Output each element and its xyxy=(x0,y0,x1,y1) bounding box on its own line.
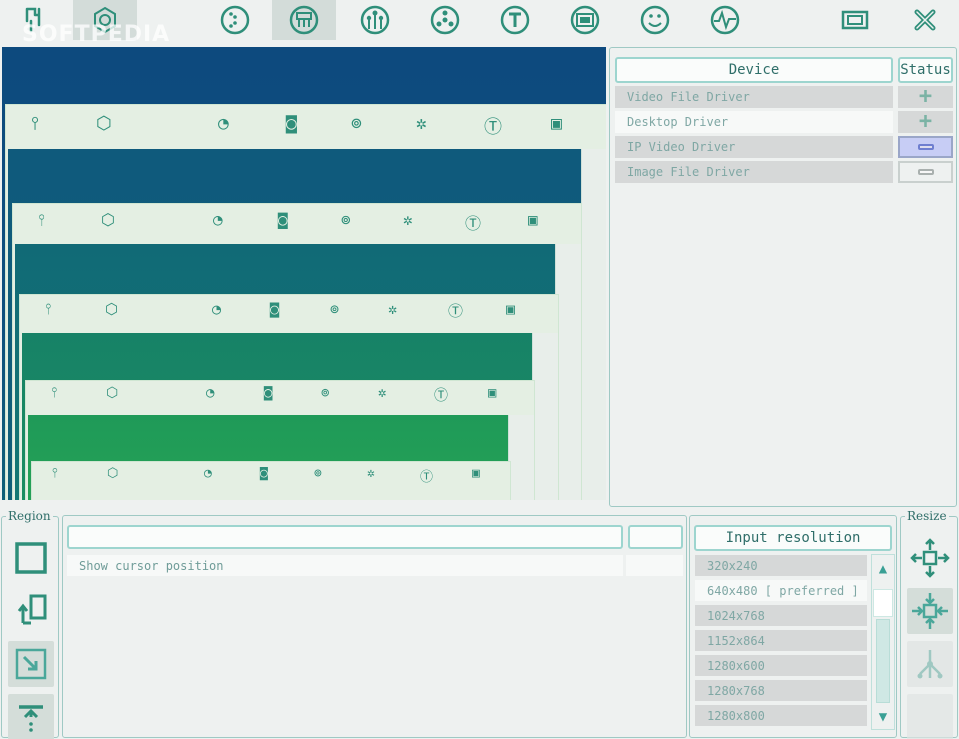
device-row[interactable]: Desktop Driver xyxy=(615,111,893,133)
device-row[interactable]: IP Video Driver xyxy=(615,136,893,158)
asterisk-circle-icon xyxy=(430,5,460,35)
nested-frame-3: ⫯ ⬡ ◔ ◙ ⊚ ✲ Ⓣ ▣ ⫯ ⬡ ◔ ◙ ⊚ ✲ Ⓣ ▣ ⫯ ⬡ ◔ ◙ ⊚ ✲ Ⓣ ▣ xyxy=(19,294,559,500)
scroll-up-icon[interactable]: ▲ xyxy=(872,557,894,581)
gear-nut-icon xyxy=(94,6,116,34)
toolbar-button-close[interactable] xyxy=(893,0,957,40)
resolution-item[interactable]: 1280x800 xyxy=(695,705,867,726)
toolbar-button-capture[interactable] xyxy=(272,0,336,40)
window-icon xyxy=(841,10,869,30)
device-row[interactable]: Image File Driver xyxy=(615,161,893,183)
toolbar-button-region[interactable] xyxy=(203,0,267,40)
arrow-up-icon xyxy=(19,705,43,732)
scroll-track[interactable] xyxy=(876,619,890,703)
resolution-scrollbar[interactable]: ▲ ▼ xyxy=(871,554,895,730)
status-column-header[interactable]: Status xyxy=(898,57,953,83)
resolution-item[interactable]: 640x480 [ preferred ] xyxy=(695,580,867,601)
device-status-add-button[interactable]: + xyxy=(898,111,953,133)
dotted-circle-icon xyxy=(220,5,250,35)
resize-shrink-button[interactable] xyxy=(907,588,953,634)
show-cursor-position-value[interactable] xyxy=(626,555,683,576)
smiley-icon xyxy=(640,5,670,35)
toolbar-button-monitor[interactable] xyxy=(693,0,757,40)
fit-tree-icon xyxy=(917,650,943,679)
options-panel: Show cursor position xyxy=(62,515,687,738)
swap-region-icon xyxy=(17,594,47,625)
shrink-arrows-icon xyxy=(912,593,948,629)
region-select-button[interactable] xyxy=(8,641,54,687)
device-status-remove-button[interactable] xyxy=(898,161,953,183)
resolution-item[interactable]: 1152x864 xyxy=(695,630,867,651)
resize-group: Resize xyxy=(900,509,958,739)
input-resolution-header[interactable]: Input resolution xyxy=(694,525,892,551)
minus-icon xyxy=(917,169,934,175)
device-status-remove-button[interactable] xyxy=(898,136,953,158)
expand-arrows-icon xyxy=(910,538,950,578)
resize-legend: Resize xyxy=(907,509,947,523)
capture-preview[interactable]: ⫯ ⬡ ◔ ◙ ⊚ ✲ Ⓣ ▣ ⫯ ⬡ ◔ ◙ ⊚ ✲ Ⓣ ▣ ⫯ ⬡ ◔ ◙ ⊚ ✲ Ⓣ ▣ ⫯ ⬡ ◔ ◙ ⊚ ✲ Ⓣ ▣ xyxy=(2,47,606,500)
device-status-add-button[interactable]: + xyxy=(898,86,953,108)
options-header-field[interactable] xyxy=(67,525,623,549)
nested-frame-5: ⫯ ⬡ ◔ ◙ ⊚ ✲ Ⓣ ▣ xyxy=(31,461,511,500)
capture-device-icon xyxy=(289,5,319,35)
region-legend: Region xyxy=(8,509,51,523)
toolbar-button-settings[interactable] xyxy=(73,0,137,40)
region-group: Region xyxy=(1,509,59,739)
nested-frame-2: ⫯ ⬡ ◔ ◙ ⊚ ✲ Ⓣ ▣ ⫯ ⬡ ◔ ◙ ⊚ ✲ Ⓣ ▣ ⫯ ⬡ ◔ ◙ ⊚ ✲ Ⓣ ▣ xyxy=(12,203,582,500)
pulse-icon xyxy=(710,5,740,35)
resize-fit-button[interactable] xyxy=(907,641,953,687)
resize-expand-button[interactable] xyxy=(907,535,953,581)
select-area-icon xyxy=(15,648,47,680)
square-icon xyxy=(15,542,47,574)
toolbar-button-window[interactable] xyxy=(823,0,887,40)
network-tree-icon xyxy=(360,5,390,35)
toolbar-button-face[interactable] xyxy=(623,0,687,40)
toolbar-button-network[interactable] xyxy=(343,0,407,40)
toolbar-button-source[interactable] xyxy=(3,0,67,40)
minus-icon xyxy=(917,144,934,150)
options-value-header[interactable] xyxy=(628,525,683,549)
split-plug-icon xyxy=(25,7,41,33)
toolbar-button-display[interactable] xyxy=(553,0,617,40)
scroll-down-icon[interactable]: ▼ xyxy=(872,705,894,729)
monitor-icon xyxy=(570,5,600,35)
resolution-panel: Input resolution 320x240 640x480 [ prefe… xyxy=(689,515,897,738)
toolbar-button-effects[interactable] xyxy=(413,0,477,40)
region-swap-button[interactable] xyxy=(8,588,54,634)
device-row[interactable]: Video File Driver xyxy=(615,86,893,108)
resolution-item[interactable]: 1280x600 xyxy=(695,655,867,676)
resolution-item[interactable]: 1024x768 xyxy=(695,605,867,626)
show-cursor-position-option[interactable]: Show cursor position xyxy=(67,555,623,576)
resolution-item[interactable]: 320x240 xyxy=(695,555,867,576)
close-icon xyxy=(914,9,936,31)
nested-frame-1: ⫯ ⬡ ◔ ◙ ⊚ ✲ Ⓣ ▣ ⫯ ⬡ ◔ ◙ ⊚ ✲ Ⓣ ▣ ⫯ ⬡ ◔ ◙ ⊚ ✲ Ⓣ ▣ ⫯ ⬡ ◔ ◙ ⊚ ✲ Ⓣ ▣ xyxy=(5,104,606,500)
device-panel: Device Status Video File Driver + Deskto… xyxy=(609,47,957,507)
scroll-thumb[interactable] xyxy=(873,589,893,617)
main-toolbar: SOFTPEDIA xyxy=(0,0,959,47)
toolbar-button-text[interactable] xyxy=(483,0,547,40)
resize-blank-button[interactable] xyxy=(907,694,953,739)
nested-frame-4: ⫯ ⬡ ◔ ◙ ⊚ ✲ Ⓣ ▣ ⫯ ⬡ ◔ ◙ ⊚ ✲ Ⓣ ▣ xyxy=(25,380,535,500)
region-full-button[interactable] xyxy=(8,535,54,581)
device-column-header[interactable]: Device xyxy=(615,57,893,83)
text-tool-icon xyxy=(500,5,530,35)
resolution-item[interactable]: 1280x768 xyxy=(695,680,867,701)
region-top-button[interactable] xyxy=(8,694,54,739)
